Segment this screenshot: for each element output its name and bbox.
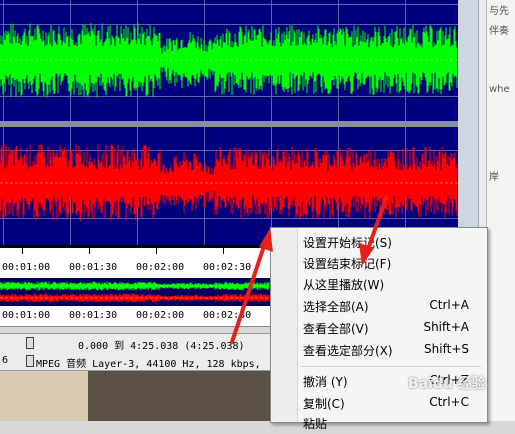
selection-range-text: 0.000 到 4:25.038 (4:25.038) [78, 341, 245, 352]
menu-item-set-end-mark[interactable]: 设置结束标记(F) [271, 252, 487, 274]
menu-item-label: 查看选定部分(X) [303, 344, 393, 358]
menu-item-shortcut: Ctrl+A [429, 298, 469, 312]
watermark-logo: Baidu 经验 [392, 368, 512, 396]
waveform-view[interactable] [0, 0, 458, 245]
tick-mark [22, 248, 23, 254]
menu-item-view-all[interactable]: 查看全部(V) Shift+A [271, 317, 487, 339]
tick-mark [156, 248, 157, 254]
desktop-background-dark [88, 371, 270, 421]
status-prefix: 6 [2, 355, 9, 366]
menu-item-play-from-here[interactable]: 从这里播放(W) [271, 273, 487, 295]
menu-item-set-start-mark[interactable]: 设置开始标记(S) [271, 231, 487, 253]
menu-item-label: 从这里播放(W) [303, 278, 385, 292]
watermark-text: Baidu 经验 [408, 376, 486, 392]
audio-format-text: MPEG 音频 Layer-3, 44100 Hz, 128 kbps, [36, 359, 261, 370]
right-channel-waveform [0, 144, 458, 222]
menu-item-shortcut: Shift+S [424, 342, 469, 356]
menu-item-label: 选择全部(A) [303, 300, 369, 314]
menu-item-label: 复制(C) [303, 397, 345, 411]
side-text: 与先 [489, 6, 509, 17]
tick-mark [223, 248, 224, 254]
timeline-tick-label: 00:01:00 [2, 262, 51, 273]
timeline-tick-label: 00:01:30 [69, 262, 118, 273]
format-status-bar: 6 MPEG 音频 Layer-3, 44100 Hz, 128 kbps, [0, 352, 270, 371]
status-panel-icon [26, 337, 34, 349]
status-panel-icon [26, 355, 34, 367]
background-document: 与先 伴奏 whe 岸 [486, 0, 515, 421]
menu-separator [301, 366, 481, 367]
left-channel-waveform [0, 23, 458, 98]
waveform-graphic [0, 23, 458, 222]
side-text: whe [489, 84, 510, 95]
timeline-tick-label: 00:02:30 [203, 262, 252, 273]
menu-item-label: 设置开始标记(S) [303, 236, 392, 250]
waveform-overview[interactable] [0, 278, 270, 306]
menu-item-label: 粘贴 [303, 417, 328, 431]
menu-item-select-all[interactable]: 选择全部(A) Ctrl+A [271, 295, 487, 317]
overview-tick-label: 00:02:30 [203, 310, 252, 321]
timeline-ruler[interactable]: 00:01:00 00:01:30 00:02:00 00:02:30 [0, 245, 270, 281]
overview-tick-label: 00:01:00 [2, 310, 51, 321]
desktop-background [0, 371, 88, 421]
overview-tick-label: 00:02:00 [136, 310, 185, 321]
menu-item-shortcut: Shift+A [423, 320, 469, 334]
menu-item-label: 撤消 (Y) [303, 375, 348, 389]
menu-item-label: 查看全部(V) [303, 322, 369, 336]
side-text: 岸 [489, 172, 499, 183]
audio-editor-window: 与先 伴奏 whe 岸 00:01:00 00:01:30 00:02:00 0… [0, 0, 515, 431]
selection-status-bar: 0.000 到 4:25.038 (4:25.038) [0, 333, 270, 353]
menu-item-view-selection[interactable]: 查看选定部分(X) Shift+S [271, 339, 487, 361]
menu-item-paste[interactable]: 粘贴 [271, 412, 487, 434]
tick-mark [89, 248, 90, 254]
side-text: 伴奏 [489, 26, 509, 37]
menu-item-label: 设置结束标记(F) [303, 257, 392, 271]
overview-graphic [0, 281, 270, 303]
timeline-tick-label: 00:02:00 [136, 262, 185, 273]
overview-tick-label: 00:01:30 [69, 310, 118, 321]
menu-item-shortcut: Ctrl+C [429, 395, 469, 409]
overview-timeline: 00:01:00 00:01:30 00:02:00 00:02:30 [0, 306, 270, 327]
